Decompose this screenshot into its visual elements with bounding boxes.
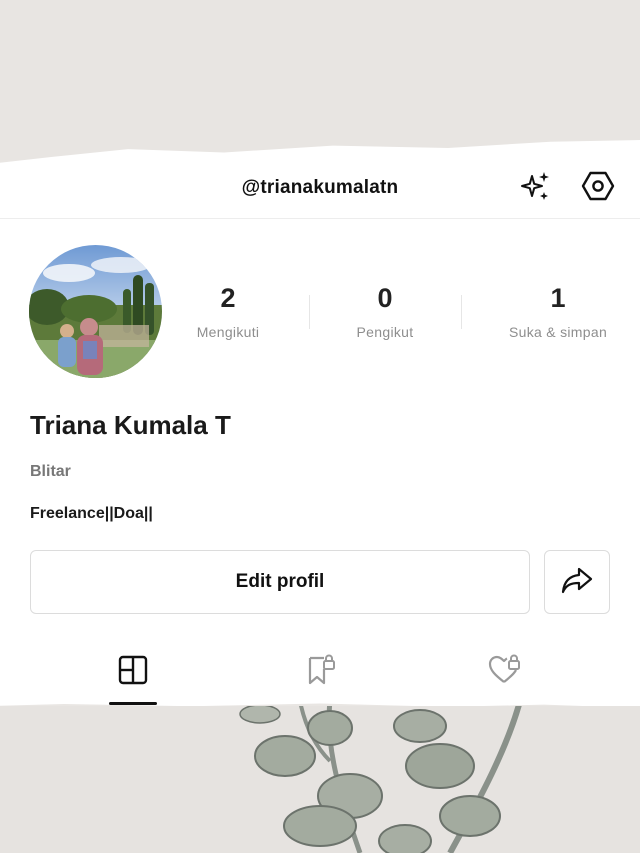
stat-following-label: Mengikuti (196, 324, 260, 340)
sparkle-icon[interactable] (518, 168, 554, 204)
settings-hex-icon[interactable] (580, 168, 616, 204)
edit-profile-label: Edit profil (235, 571, 325, 592)
stat-followers-value: 0 (377, 283, 393, 313)
stat-likes-label: Suka & simpan (508, 324, 608, 340)
username-handle: @trianakumalatn (241, 177, 399, 198)
stat-followers-label: Pengikut (356, 324, 414, 340)
floral-background (0, 706, 640, 853)
stat-likes-value: 1 (550, 283, 566, 313)
header-divider (0, 218, 640, 219)
profile-location: Blitar (30, 463, 71, 480)
edit-profile-button[interactable]: Edit profil (30, 550, 530, 614)
tab-liked-locked[interactable] (480, 652, 530, 692)
stat-divider (461, 295, 462, 329)
bookmark-lock-icon (302, 653, 336, 692)
profile-name: Triana Kumala T (30, 410, 231, 440)
tab-posts[interactable] (108, 652, 158, 692)
active-tab-indicator (109, 702, 157, 705)
share-arrow-icon (560, 565, 594, 600)
share-button[interactable] (544, 550, 610, 614)
background-top (0, 0, 640, 160)
heart-lock-icon (487, 653, 523, 692)
stat-likes-saves[interactable]: 1 Suka & simpan (473, 282, 640, 340)
stat-followers[interactable]: 0 Pengikut (300, 282, 470, 340)
stat-following-value: 2 (220, 283, 236, 313)
stat-following[interactable]: 2 Mengikuti (143, 282, 313, 340)
grid-icon (118, 655, 148, 690)
tab-saved-locked[interactable] (294, 652, 344, 692)
profile-bio: Freelance||Doa|| (30, 505, 153, 522)
